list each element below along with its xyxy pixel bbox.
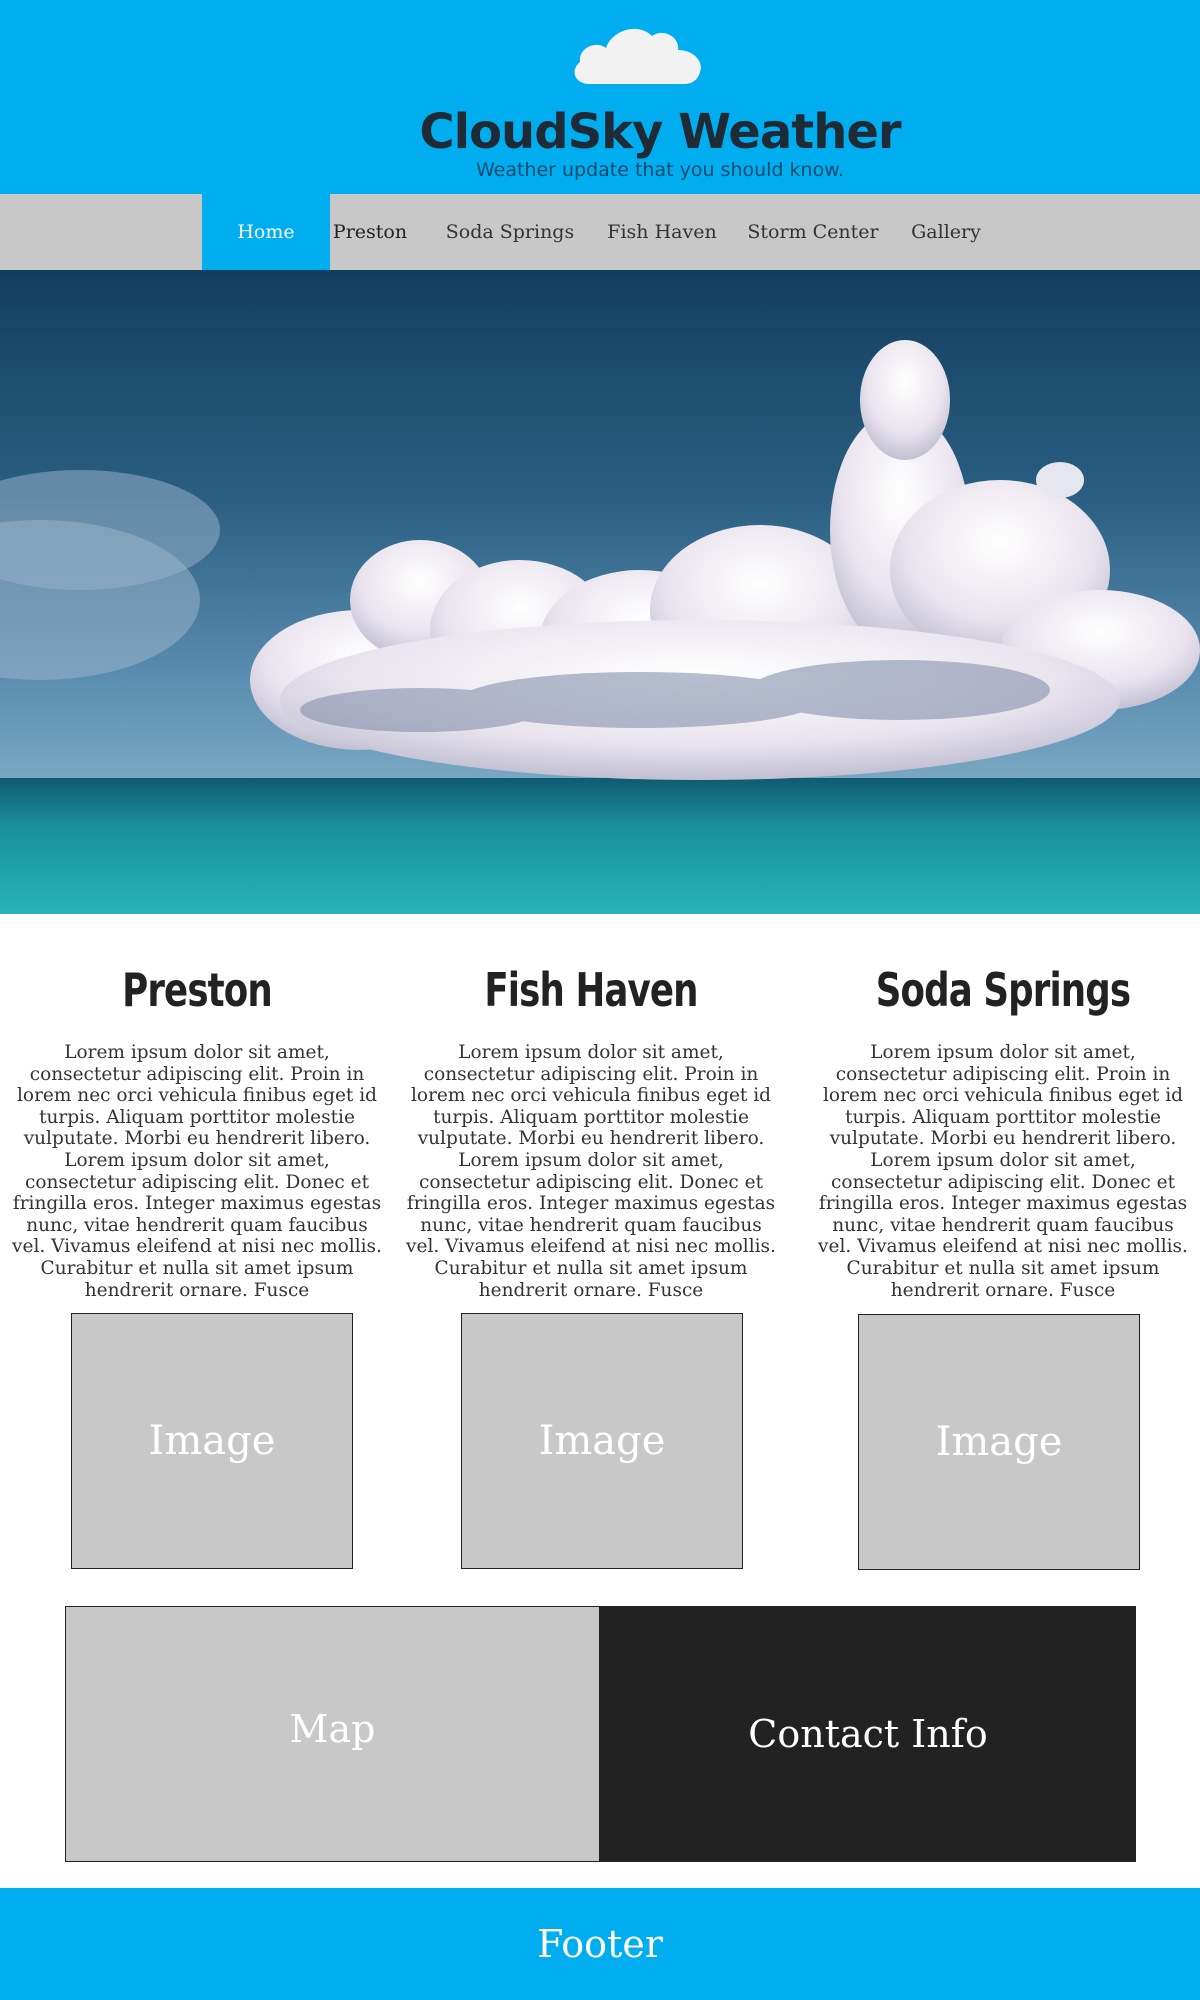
site-title: CloudSky Weather	[419, 104, 901, 160]
site-footer: Footer	[0, 1888, 1200, 2000]
contact-info: Contact Info	[600, 1606, 1136, 1862]
page: CloudSky Weather Weather update that you…	[0, 0, 1200, 2000]
nav-item-fish-haven[interactable]: Fish Haven	[600, 194, 724, 270]
nav-item-soda-springs[interactable]: Soda Springs	[440, 194, 580, 270]
hero-photo	[0, 270, 1200, 914]
map-placeholder: Map	[65, 1606, 600, 1862]
site-tagline: Weather update that you should know.	[475, 159, 845, 181]
town-card-fish-haven: Fish Haven Lorem ipsum dolor sit amet, c…	[406, 960, 776, 1301]
nav-item-home[interactable]: Home	[202, 194, 330, 270]
town-description: Lorem ipsum dolor sit amet, consectetur …	[406, 1042, 776, 1301]
image-placeholder-fish-haven: Image	[461, 1313, 743, 1569]
town-title: Preston	[122, 963, 273, 1017]
image-placeholder-preston: Image	[71, 1313, 353, 1569]
town-title: Soda Springs	[875, 963, 1131, 1017]
image-placeholder-soda-springs: Image	[858, 1314, 1140, 1570]
cloud-icon	[574, 28, 701, 85]
nav-item-preston[interactable]: Preston	[330, 194, 410, 270]
town-card-preston: Preston Lorem ipsum dolor sit amet, cons…	[12, 960, 382, 1301]
main-nav: Home Preston Soda Springs Fish Haven Sto…	[0, 194, 1200, 270]
site-header: CloudSky Weather Weather update that you…	[0, 0, 1200, 194]
nav-item-storm-center[interactable]: Storm Center	[746, 194, 880, 270]
town-title: Fish Haven	[484, 963, 698, 1017]
town-description: Lorem ipsum dolor sit amet, consectetur …	[12, 1042, 382, 1301]
nav-item-gallery[interactable]: Gallery	[906, 194, 986, 270]
town-card-soda-springs: Soda Springs Lorem ipsum dolor sit amet,…	[818, 960, 1188, 1301]
town-description: Lorem ipsum dolor sit amet, consectetur …	[818, 1042, 1188, 1301]
hero-image	[0, 270, 1200, 914]
